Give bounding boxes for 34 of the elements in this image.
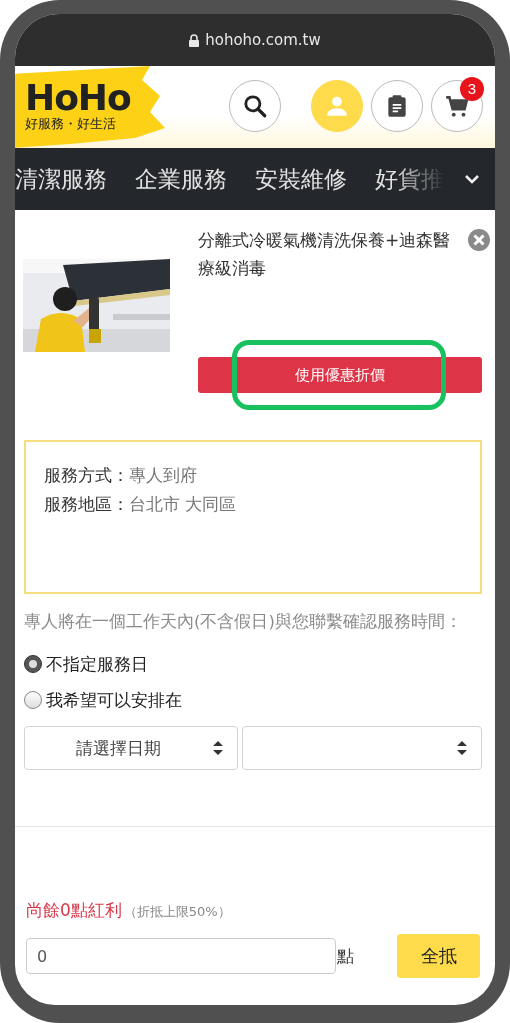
coupon-button[interactable]: 使用優惠折價 bbox=[198, 357, 482, 393]
contact-note: 專人將在一個工作天內(不含假日)與您聯繫確認服務時間： bbox=[24, 611, 463, 633]
logo-wordmark[interactable]: HoHo bbox=[25, 80, 131, 116]
sort-arrows-icon bbox=[457, 741, 467, 755]
nav-link[interactable]: 企業服務 bbox=[135, 163, 227, 195]
bonus-balance: 尚餘0點紅利 bbox=[26, 899, 122, 922]
cart-button[interactable]: 3 bbox=[431, 80, 483, 132]
address-bar-url[interactable]: hohoho.com.tw bbox=[205, 31, 321, 49]
date-select[interactable]: 請選擇日期 bbox=[24, 726, 238, 770]
service-detail: 服務方式：專人到府 bbox=[44, 464, 198, 487]
radio-option[interactable]: 我希望可以安排在 bbox=[24, 682, 482, 718]
close-icon[interactable] bbox=[467, 228, 491, 252]
search-button[interactable] bbox=[229, 80, 281, 132]
product-title: 分離式冷暖氣機清洗保養+迪森醫療級消毒 bbox=[198, 229, 452, 280]
bonus-limit: （折抵上限50%） bbox=[123, 903, 231, 921]
logo-tagline: 好服務・好生活 bbox=[25, 116, 117, 132]
search-icon bbox=[242, 93, 268, 119]
nav-link[interactable]: 安裝維修 bbox=[255, 163, 347, 195]
lock-icon bbox=[189, 33, 200, 47]
points-input[interactable]: 0 bbox=[26, 938, 336, 974]
sort-arrows-icon bbox=[213, 741, 223, 755]
radio-option[interactable]: 不指定服務日 bbox=[24, 646, 482, 682]
radio-button[interactable] bbox=[24, 691, 42, 709]
nav-link[interactable]: 清潔服務 bbox=[15, 163, 107, 195]
use-all-button[interactable]: 全抵 bbox=[397, 934, 480, 978]
service-detail: 服務地區：台北市 大同區 bbox=[44, 493, 238, 516]
option-label: 我希望可以安排在 bbox=[46, 688, 182, 712]
points-unit: 點 bbox=[337, 944, 354, 968]
orders-button[interactable] bbox=[371, 80, 423, 132]
nav-link[interactable]: 好貨推 bbox=[375, 163, 444, 195]
cart-icon bbox=[444, 93, 470, 119]
radio-button[interactable] bbox=[24, 655, 42, 673]
option-label: 不指定服務日 bbox=[46, 652, 148, 676]
cart-count-badge: 3 bbox=[460, 77, 484, 101]
